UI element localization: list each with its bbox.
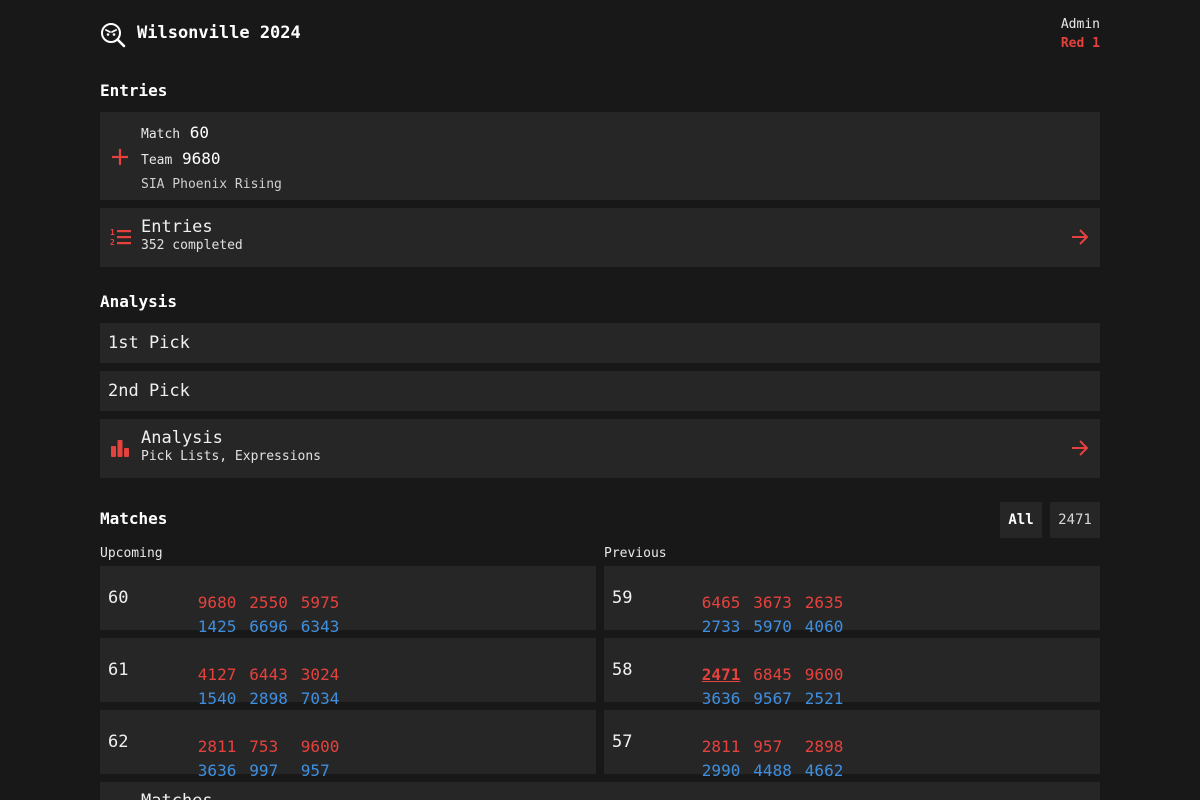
filter-all-button[interactable]: All bbox=[1000, 502, 1042, 538]
upcoming-match-card[interactable]: 62 2811 753 9600 3636 997 957 bbox=[100, 710, 596, 780]
arrow-right-icon bbox=[1072, 440, 1089, 456]
match-number: 59 bbox=[612, 588, 633, 608]
second-pick-card[interactable]: 2nd Pick bbox=[100, 371, 1100, 411]
blue-team[interactable]: 6696 bbox=[249, 617, 301, 636]
new-entry-card[interactable]: Match 60 Team 9680 SIA Phoenix Rising bbox=[100, 112, 1100, 200]
entries-link-card[interactable]: 1 2 Entries 352 completed bbox=[100, 208, 1100, 267]
plus-icon bbox=[112, 149, 128, 165]
previous-match-card[interactable]: 59 6465 3673 2635 2733 5970 4060 bbox=[604, 566, 1100, 636]
blue-team[interactable]: 1425 bbox=[198, 617, 250, 636]
blue-team[interactable]: 1540 bbox=[198, 689, 250, 708]
team-name: SIA Phoenix Rising bbox=[141, 177, 282, 192]
user-info[interactable]: Admin Red 1 bbox=[1061, 15, 1100, 53]
previous-label: Previous bbox=[604, 546, 667, 561]
analysis-link-card[interactable]: Analysis Pick Lists, Expressions bbox=[100, 419, 1100, 478]
app-title: Wilsonville 2024 bbox=[137, 23, 301, 43]
numbered-list-icon: 1 2 bbox=[110, 228, 131, 247]
upcoming-label: Upcoming bbox=[100, 546, 163, 561]
match-number: 57 bbox=[612, 732, 633, 752]
entries-link-title: Entries bbox=[141, 217, 213, 237]
team-label: Team bbox=[141, 153, 173, 168]
arrow-right-icon bbox=[1072, 229, 1089, 245]
team-value: 9680 bbox=[181, 149, 221, 168]
matches-section-title: Matches bbox=[100, 509, 168, 528]
entries-link-text: Entries 352 completed bbox=[141, 216, 243, 253]
app-logo-icon[interactable] bbox=[100, 22, 126, 48]
blue-team[interactable]: 4662 bbox=[805, 761, 857, 780]
bar-chart-icon bbox=[111, 440, 129, 457]
analysis-link-text: Analysis Pick Lists, Expressions bbox=[141, 427, 321, 464]
user-name: Admin bbox=[1060, 17, 1100, 32]
blue-team[interactable]: 4488 bbox=[753, 761, 805, 780]
blue-team[interactable]: 9567 bbox=[753, 689, 805, 708]
match-number: 62 bbox=[108, 732, 129, 752]
previous-match-card[interactable]: 58 2471 6845 9600 3636 9567 2521 bbox=[604, 638, 1100, 708]
svg-text:1: 1 bbox=[110, 228, 115, 237]
entries-section-title: Entries bbox=[100, 81, 168, 100]
match-number: 58 bbox=[612, 660, 633, 680]
second-pick-label: 2nd Pick bbox=[108, 381, 190, 401]
blue-team[interactable]: 997 bbox=[249, 761, 301, 780]
previous-match-card[interactable]: 57 2811 957 2898 2990 4488 4662 bbox=[604, 710, 1100, 780]
filter-team-button[interactable]: 2471 bbox=[1050, 502, 1100, 538]
blue-team[interactable]: 7034 bbox=[301, 689, 353, 708]
blue-team[interactable]: 2521 bbox=[805, 689, 857, 708]
blue-team[interactable]: 2990 bbox=[702, 761, 754, 780]
blue-team[interactable]: 3636 bbox=[702, 689, 754, 708]
upcoming-match-card[interactable]: 61 4127 6443 3024 1540 2898 7034 bbox=[100, 638, 596, 708]
first-pick-card[interactable]: 1st Pick bbox=[100, 323, 1100, 363]
blue-team[interactable]: 6343 bbox=[301, 617, 353, 636]
matches-link-card[interactable]: Matches bbox=[100, 782, 1100, 800]
station-label: Red 1 bbox=[1060, 36, 1100, 51]
app-header: Wilsonville 2024 Admin Red 1 bbox=[100, 15, 1100, 53]
blue-team[interactable]: 3636 bbox=[198, 761, 250, 780]
blue-team[interactable]: 4060 bbox=[805, 617, 857, 636]
matches-link-title: Matches bbox=[141, 790, 213, 800]
new-entry-details: Match 60 Team 9680 SIA Phoenix Rising bbox=[141, 121, 282, 197]
blue-team[interactable]: 2733 bbox=[702, 617, 754, 636]
analysis-link-subtitle: Pick Lists, Expressions bbox=[141, 449, 322, 464]
entries-link-subtitle: 352 completed bbox=[141, 238, 243, 253]
analysis-section-title: Analysis bbox=[100, 292, 178, 311]
blue-team[interactable]: 5970 bbox=[753, 617, 805, 636]
blue-team[interactable]: 2898 bbox=[249, 689, 301, 708]
first-pick-label: 1st Pick bbox=[108, 333, 190, 353]
match-number: 60 bbox=[108, 588, 129, 608]
upcoming-match-card[interactable]: 60 9680 2550 5975 1425 6696 6343 bbox=[100, 566, 596, 636]
analysis-link-title: Analysis bbox=[141, 428, 223, 448]
blue-team[interactable]: 957 bbox=[301, 761, 353, 780]
match-number: 61 bbox=[108, 660, 129, 680]
svg-text:2: 2 bbox=[110, 238, 115, 247]
match-value: 60 bbox=[189, 123, 210, 142]
match-label: Match bbox=[141, 127, 181, 142]
